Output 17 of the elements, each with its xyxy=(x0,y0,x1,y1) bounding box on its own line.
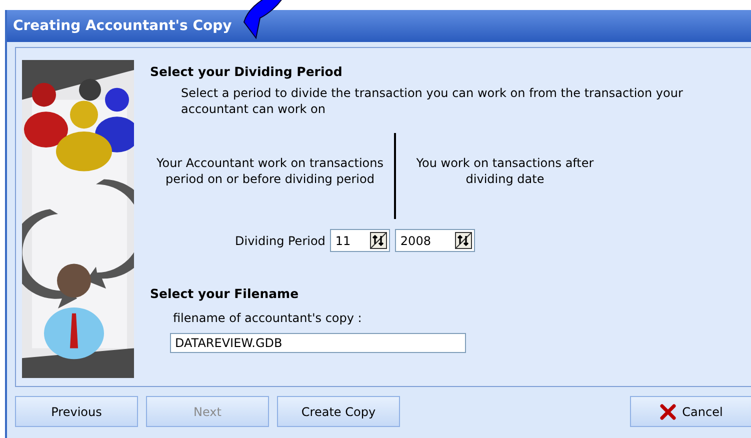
accountant-note: Your Accountant work on transactions period on or before dividing period xyxy=(155,155,384,188)
section-heading: Select your Dividing Period xyxy=(150,64,344,79)
cancel-button[interactable]: Cancel xyxy=(630,396,751,427)
year-spinner[interactable]: 2008 xyxy=(395,229,476,252)
month-spinner[interactable]: 11 xyxy=(330,229,390,252)
wizard-button[interactable]: Previous xyxy=(15,396,138,427)
field-label: Dividing Period xyxy=(235,234,326,248)
filename-field[interactable]: DATAREVIEW.GDB xyxy=(170,333,466,353)
spin-arrows-icon[interactable] xyxy=(455,232,472,249)
description: Select a period to divide the transaction you can work on from the transaction your accountant can work on xyxy=(181,85,684,117)
close-icon xyxy=(660,404,676,420)
wizard-button[interactable]: Create Copy xyxy=(277,396,400,427)
field-label: filename of accountant's copy : xyxy=(173,311,363,325)
user-note: You work on tansactions after dividing date xyxy=(415,155,595,188)
window-title: Creating Accountant's Copy xyxy=(13,18,232,34)
spin-arrows-icon[interactable] xyxy=(370,232,388,249)
section-heading: Select your Filename xyxy=(150,286,300,301)
